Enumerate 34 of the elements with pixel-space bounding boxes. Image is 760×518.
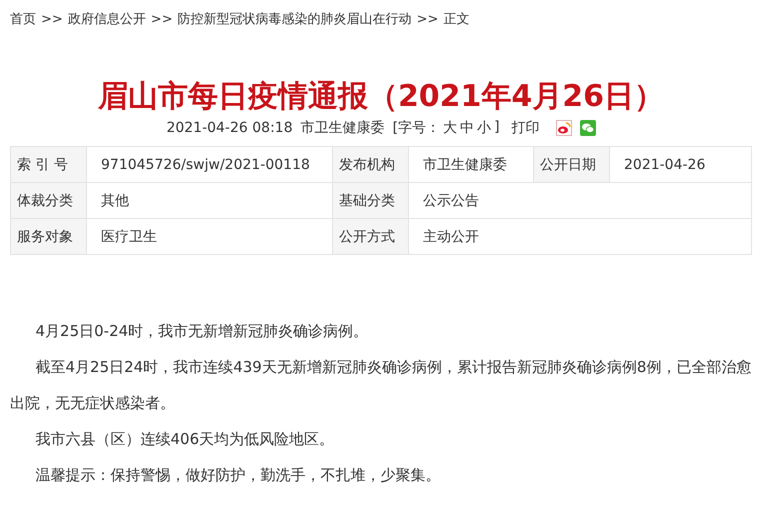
info-label: 公开方式 xyxy=(332,218,408,254)
print-link[interactable]: 打印 xyxy=(512,119,540,137)
info-label: 基础分类 xyxy=(332,182,408,218)
breadcrumb-link[interactable]: 政府信息公开 xyxy=(68,10,146,28)
font-size-link[interactable]: 中 xyxy=(460,119,474,137)
breadcrumb-separator: >> xyxy=(41,12,63,26)
info-label: 索 引 号 xyxy=(10,146,86,182)
font-size-link[interactable]: 大 xyxy=(443,119,458,137)
breadcrumb-link[interactable]: 防控新型冠状病毒感染的肺炎眉山在行动 xyxy=(178,10,412,28)
article-paragraph: 截至4月25日24时，我市连续439天无新增新冠肺炎确诊病例，累计报告新冠肺炎确诊病例8例，已全部治愈出院，无无症状感染者。 xyxy=(10,357,752,414)
article-paragraph: 4月25日0-24时，我市无新增新冠肺炎确诊病例。 xyxy=(34,321,370,342)
info-label: 发布机构 xyxy=(332,146,408,182)
font-size-bracket: ] xyxy=(494,119,500,137)
info-value: 公示公告 xyxy=(408,182,752,218)
info-value: 2021-04-26 xyxy=(610,146,752,182)
font-size-label: [字号： xyxy=(392,119,440,137)
publisher: 市卫生健康委 xyxy=(300,119,385,137)
article-paragraph: 温馨提示：保持警惕，做好防护，勤洗手，不扎堆，少聚集。 xyxy=(34,465,442,486)
article-paragraph: 我市六县（区）连续406天均为低风险地区。 xyxy=(34,429,336,450)
info-value: 其他 xyxy=(86,182,332,218)
breadcrumb-link[interactable]: 首页 xyxy=(10,10,36,28)
info-value: 医疗卫生 xyxy=(86,218,332,254)
publish-datetime: 2021-04-26 08:18 xyxy=(166,120,293,136)
info-value: 市卫生健康委 xyxy=(408,146,534,182)
info-value: 971045726/swjw/2021-00118 xyxy=(86,146,332,182)
breadcrumb-separator: >> xyxy=(150,12,173,26)
info-label: 服务对象 xyxy=(10,218,86,254)
info-label: 公开日期 xyxy=(534,146,610,182)
article-title: 眉山市每日疫情通报（2021年4月26日） xyxy=(96,79,666,115)
breadcrumb-link[interactable]: 正文 xyxy=(443,10,470,28)
info-label: 体裁分类 xyxy=(10,182,86,218)
breadcrumb-separator: >> xyxy=(416,12,438,26)
font-size-link[interactable]: 小 xyxy=(477,119,492,137)
info-value: 主动公开 xyxy=(408,218,752,254)
